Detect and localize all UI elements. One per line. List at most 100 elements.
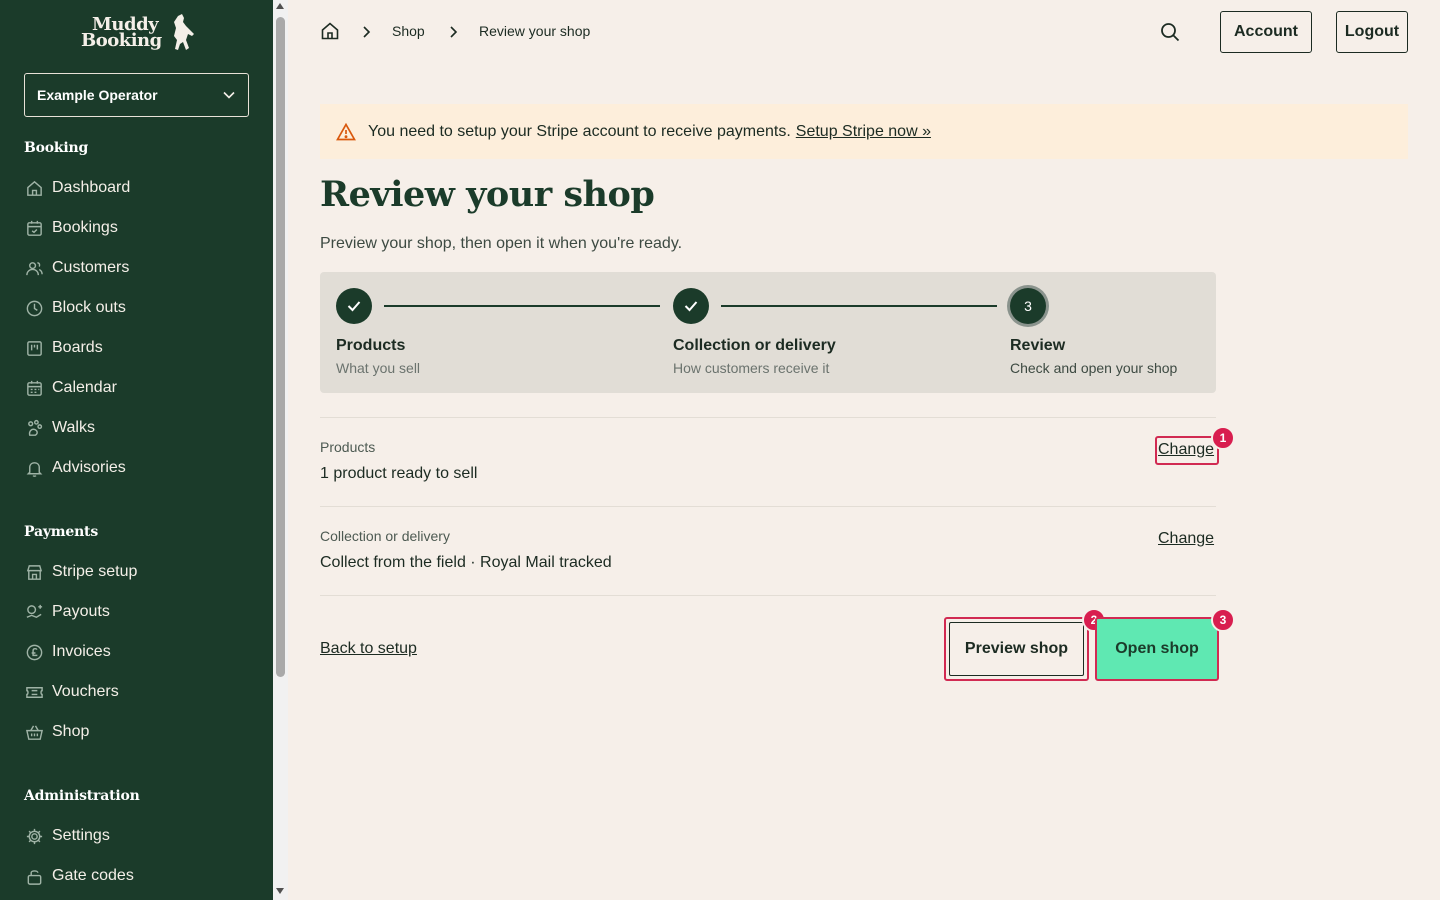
search-icon[interactable]	[1159, 21, 1181, 43]
change-collection-link[interactable]: Change	[1158, 530, 1214, 548]
sidebar: Muddy Booking Example Operator Booking D…	[0, 0, 273, 900]
divider	[320, 417, 1216, 418]
page-subtitle: Preview your shop, then open it when you…	[320, 235, 683, 252]
marker-badge: 1	[1211, 426, 1235, 450]
summary-label-products: Products	[320, 439, 376, 455]
back-to-setup-link[interactable]: Back to setup	[320, 640, 417, 658]
step-connector	[721, 305, 997, 307]
logout-button[interactable]: Logout	[1336, 11, 1408, 53]
store-icon	[24, 562, 44, 582]
alert-text: You need to setup your Stripe account to…	[368, 122, 791, 140]
step-title: Products	[336, 337, 406, 354]
sidebar-item-label: Calendar	[52, 379, 117, 396]
change-products-link[interactable]: Change	[1158, 441, 1214, 459]
step-desc: How customers receive it	[673, 360, 830, 376]
warning-icon	[336, 122, 356, 141]
chevron-right-icon	[450, 26, 458, 38]
basket-icon	[24, 722, 44, 742]
bell-icon	[24, 458, 44, 478]
divider	[320, 506, 1216, 507]
sidebar-item-label: Payouts	[52, 603, 110, 620]
dog-logo-icon	[174, 14, 194, 50]
calendar-check-icon	[24, 218, 44, 238]
scroll-up-arrow-icon[interactable]	[276, 3, 284, 9]
breadcrumb-shop[interactable]: Shop	[392, 23, 425, 39]
nav-heading-booking: Booking	[24, 140, 89, 156]
sidebar-item-label: Bookings	[52, 219, 118, 236]
step-desc: Check and open your shop	[1010, 360, 1178, 376]
brand-line-2: Booking	[81, 30, 162, 51]
sidebar-item-block-outs[interactable]: Block outs	[24, 296, 126, 320]
home-icon[interactable]	[320, 21, 340, 41]
stripe-warning-alert: You need to setup your Stripe account to…	[320, 104, 1408, 159]
step-2-complete-icon	[673, 288, 709, 324]
step-title: Review	[1010, 337, 1066, 354]
ticket-icon	[24, 682, 44, 702]
summary-value-collection: Collect from the field · Royal Mail trac…	[320, 554, 612, 571]
sidebar-item-walks[interactable]: Walks	[24, 416, 95, 440]
sidebar-item-bookings[interactable]: Bookings	[24, 216, 118, 240]
preview-shop-button[interactable]: Preview shop	[944, 617, 1089, 681]
sidebar-item-gate-codes[interactable]: Gate codes	[24, 864, 134, 888]
sidebar-item-label: Invoices	[52, 643, 111, 660]
sidebar-item-label: Advisories	[52, 459, 126, 476]
nav-heading-administration: Administration	[24, 788, 140, 804]
sidebar-item-label: Block outs	[52, 299, 126, 316]
setup-stripe-link[interactable]: Setup Stripe now »	[796, 123, 931, 141]
brand-logo[interactable]: Muddy Booking	[80, 14, 196, 54]
sidebar-item-calendar[interactable]: Calendar	[24, 376, 117, 400]
step-1-complete-icon	[336, 288, 372, 324]
chevron-down-icon	[223, 91, 235, 99]
divider	[320, 595, 1216, 596]
paw-icon	[24, 418, 44, 438]
sidebar-item-label: Customers	[52, 259, 130, 276]
scrollbar-thumb[interactable]	[276, 17, 285, 677]
sidebar-item-label: Vouchers	[52, 683, 119, 700]
gear-icon	[24, 826, 44, 846]
sidebar-item-label: Dashboard	[52, 179, 131, 196]
operator-select-value: Example Operator	[37, 87, 158, 103]
sidebar-item-label: Stripe setup	[52, 563, 138, 580]
summary-value-products: 1 product ready to sell	[320, 465, 478, 482]
sidebar-item-label: Walks	[52, 419, 95, 436]
sidebar-item-shop[interactable]: Shop	[24, 720, 89, 744]
sidebar-scrollbar[interactable]	[273, 0, 288, 900]
check-icon	[347, 301, 361, 312]
clock-icon	[24, 298, 44, 318]
home-icon	[24, 178, 44, 198]
step-title: Collection or delivery	[673, 337, 836, 354]
progress-steps: 3 Products What you sell Collection or d…	[320, 272, 1216, 393]
sidebar-item-customers[interactable]: Customers	[24, 256, 129, 280]
check-icon	[684, 301, 698, 312]
users-icon	[24, 258, 44, 278]
calendar-icon	[24, 378, 44, 398]
sidebar-item-label: Settings	[52, 827, 110, 844]
sidebar-item-stripe-setup[interactable]: Stripe setup	[24, 560, 137, 584]
marker-badge: 3	[1211, 608, 1235, 632]
sidebar-item-vouchers[interactable]: Vouchers	[24, 680, 119, 704]
sidebar-item-label: Boards	[52, 339, 103, 356]
sidebar-item-payouts[interactable]: Payouts	[24, 600, 110, 624]
lock-icon	[24, 866, 44, 886]
account-button[interactable]: Account	[1220, 11, 1312, 53]
sidebar-item-dashboard[interactable]: Dashboard	[24, 176, 130, 200]
sidebar-item-settings[interactable]: Settings	[24, 824, 110, 848]
sidebar-item-label: Shop	[52, 723, 90, 740]
sidebar-item-label: Gate codes	[52, 867, 134, 884]
nav-heading-payments: Payments	[24, 524, 99, 540]
sidebar-item-boards[interactable]: Boards	[24, 336, 103, 360]
summary-label-collection: Collection or delivery	[320, 528, 450, 544]
sidebar-item-invoices[interactable]: Invoices	[24, 640, 111, 664]
open-shop-button[interactable]: Open shop	[1095, 617, 1219, 681]
page-title: Review your shop	[320, 174, 655, 215]
step-desc: What you sell	[336, 360, 421, 376]
operator-select[interactable]: Example Operator	[24, 73, 249, 117]
step-connector	[384, 305, 660, 307]
breadcrumb-current: Review your shop	[479, 23, 591, 39]
preview-shop-label: Preview shop	[964, 640, 1069, 657]
scroll-down-arrow-icon[interactable]	[276, 888, 284, 894]
pound-icon	[24, 642, 44, 662]
sidebar-item-advisories[interactable]: Advisories	[24, 456, 126, 480]
chevron-right-icon	[363, 26, 371, 38]
step-3-current: 3	[1010, 288, 1046, 324]
